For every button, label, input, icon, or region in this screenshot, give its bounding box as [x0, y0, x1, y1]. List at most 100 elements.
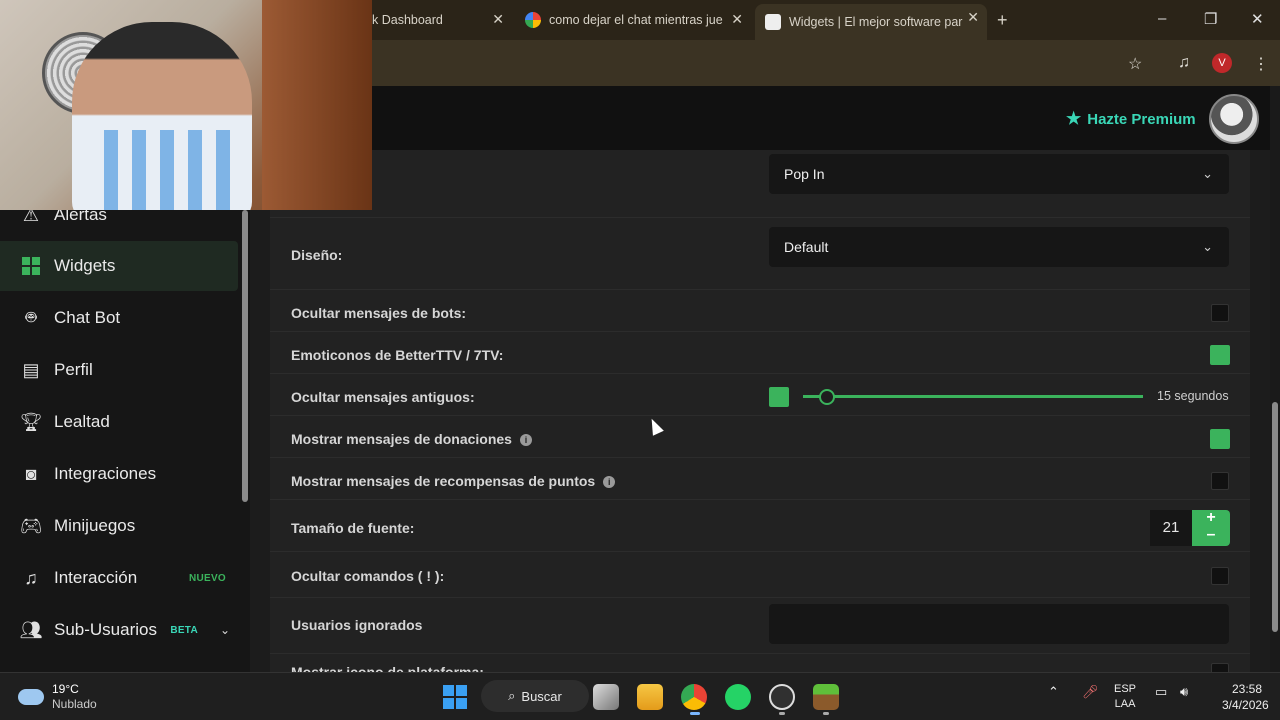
sidebar-item-chat-bot[interactable]: 🤖︎ Chat Bot [0, 293, 238, 343]
sidebar-item-integraciones[interactable]: ◙ Integraciones [0, 449, 238, 499]
hide-bots-checkbox[interactable] [1211, 304, 1229, 322]
bookmark-star-icon[interactable]: ☆ [1128, 54, 1142, 74]
profile-avatar[interactable]: V [1212, 53, 1232, 73]
gamepad-icon: 🎮︎ [19, 515, 43, 536]
id-card-icon: ▤ [22, 359, 40, 380]
platform-icon-row: Mostrar icono de plataforma: [270, 654, 1250, 672]
font-size-label: Tamaño de fuente: [291, 520, 415, 536]
donations-label-wrap: Mostrar mensajes de donaciones i [291, 431, 532, 447]
new-tab-button[interactable]: + [997, 10, 1008, 31]
sidebar-item-label: Integraciones [54, 464, 157, 483]
hide-commands-checkbox[interactable] [1211, 567, 1229, 585]
rewards-label-wrap: Mostrar mensajes de recompensas de punto… [291, 473, 616, 489]
sidebar-item-widgets[interactable]: Widgets [0, 241, 238, 291]
trophy-icon: 🏆︎ [19, 411, 43, 432]
minecraft-icon[interactable] [813, 684, 839, 710]
star-icon: ★ [1066, 109, 1082, 128]
sidebar-item-sub-usuarios[interactable]: 👥︎ Sub-Usuarios BETA ⌄ [0, 605, 238, 655]
taskbar-search-button[interactable]: ⌕ Buscar [481, 680, 589, 712]
grid-icon [20, 256, 42, 276]
info-icon[interactable]: i [603, 476, 616, 489]
browser-menu-icon[interactable]: ⋮ [1253, 54, 1269, 74]
rewards-label: Mostrar mensajes de recompensas de punto… [291, 473, 596, 489]
animation-row: Pop In ⌄ [270, 150, 1250, 218]
system-clock[interactable]: 23:58 3/4/2026 [1222, 681, 1269, 713]
sidebar-item-lealtad[interactable]: 🏆︎ Lealtad [0, 397, 238, 447]
donations-checkbox[interactable] [1210, 429, 1230, 449]
chevron-down-icon: ⌄ [1202, 239, 1213, 254]
minus-icon[interactable]: – [1192, 526, 1230, 544]
close-tab-icon[interactable]: ✕ [967, 9, 979, 26]
restore-button[interactable]: ❐ [1204, 10, 1217, 28]
weather-widget[interactable]: 19°C Nublado [18, 682, 97, 712]
chevron-down-icon[interactable]: ⌄ [220, 623, 230, 637]
weather-desc: Nublado [52, 697, 97, 711]
lang-line1: ESP [1114, 683, 1137, 695]
font-size-stepper[interactable]: + – [1192, 509, 1230, 546]
running-app-indicator [823, 712, 829, 715]
close-window-button[interactable]: ✕ [1251, 10, 1264, 28]
chrome-icon[interactable] [681, 684, 707, 710]
animation-select[interactable]: Pop In ⌄ [769, 154, 1229, 194]
design-select[interactable]: Default ⌄ [769, 227, 1229, 267]
microphone-icon[interactable]: 🎤︎ [1082, 684, 1099, 700]
plus-icon[interactable]: + [1192, 509, 1230, 527]
weather-text: 19°C Nublado [52, 682, 97, 712]
sidebar-item-label: Interacción [54, 568, 138, 587]
page-scrollbar-thumb[interactable] [1272, 402, 1278, 632]
windows-start-button[interactable] [443, 685, 467, 709]
sidebar-item-label: Lealtad [54, 412, 110, 431]
file-explorer-icon[interactable] [637, 684, 663, 710]
sidebar: ⚠ Alertas Widgets 🤖︎ Chat Bot ▤ Perfil 🏆… [0, 150, 250, 672]
network-icon[interactable]: ▭ [1155, 684, 1167, 700]
info-icon[interactable]: i [519, 434, 532, 447]
tab-google-search[interactable]: como dejar el chat mientras jue ✕ [515, 6, 751, 34]
page-scrollbar[interactable] [1270, 86, 1280, 672]
close-tab-icon[interactable]: ✕ [492, 11, 504, 28]
tab-title: como dejar el chat mientras jue [549, 13, 723, 27]
sidebar-item-label: Chat Bot [54, 308, 121, 327]
font-size-input[interactable]: 21 [1150, 510, 1192, 546]
platform-icon-label: Mostrar icono de plataforma: [291, 664, 484, 672]
sidebar-item-minijuegos[interactable]: 🎮︎ Minijuegos [0, 501, 238, 551]
whatsapp-icon[interactable] [725, 684, 751, 710]
site-favicon-icon [765, 14, 781, 30]
minimize-button[interactable]: – [1158, 10, 1166, 27]
ignored-users-label: Usuarios ignorados [291, 617, 423, 633]
hide-bots-label: Ocultar mensajes de bots: [291, 305, 467, 321]
close-tab-icon[interactable]: ✕ [731, 11, 743, 28]
volume-icon[interactable]: 🔊︎ [1180, 684, 1188, 700]
premium-button[interactable]: ★ Hazte Premium [1066, 109, 1196, 129]
emotes-row: Emoticonos de BetterTTV / 7TV: [270, 332, 1250, 374]
obs-icon[interactable] [769, 684, 795, 710]
sidebar-item-label: Perfil [54, 360, 93, 379]
tab-title: k Dashboard [372, 13, 443, 27]
hide-old-slider-handle[interactable] [818, 389, 835, 405]
animation-select-value: Pop In [784, 166, 825, 182]
design-label: Diseño: [291, 247, 343, 263]
hide-old-slider-track[interactable] [803, 395, 1143, 398]
chevron-down-icon: ⌄ [1202, 166, 1213, 181]
sidebar-item-label: Sub-Usuarios [54, 620, 157, 639]
hide-old-checkbox[interactable] [769, 387, 789, 407]
active-app-indicator [690, 712, 700, 715]
sidebar-item-perfil[interactable]: ▤ Perfil [0, 345, 238, 395]
sidebar-item-interaccion[interactable]: ♫ Interacción NUEVO [0, 553, 238, 603]
task-view-icon[interactable] [593, 684, 619, 710]
rewards-checkbox[interactable] [1211, 472, 1229, 490]
discord-icon: ◙ [25, 463, 37, 484]
lang-line2: LAA [1114, 698, 1136, 710]
emotes-checkbox[interactable] [1210, 345, 1230, 365]
user-avatar[interactable] [1209, 94, 1259, 144]
tab-dashboard[interactable]: k Dashboard ✕ [362, 6, 512, 34]
sidebar-scrollbar[interactable] [242, 210, 248, 502]
emotes-label: Emoticonos de BetterTTV / 7TV: [291, 347, 504, 363]
ignored-users-input[interactable] [769, 604, 1229, 644]
platform-icon-checkbox[interactable] [1211, 663, 1229, 672]
chevron-up-icon[interactable]: ⌃ [1048, 684, 1059, 700]
language-indicator[interactable]: ESP LAA [1114, 682, 1136, 712]
tab-widgets[interactable]: Widgets | El mejor software par ✕ [755, 4, 987, 40]
google-icon [525, 12, 541, 28]
media-control-icon[interactable]: ♫ [1178, 54, 1190, 72]
sidebar-item-label: Widgets [54, 256, 116, 275]
